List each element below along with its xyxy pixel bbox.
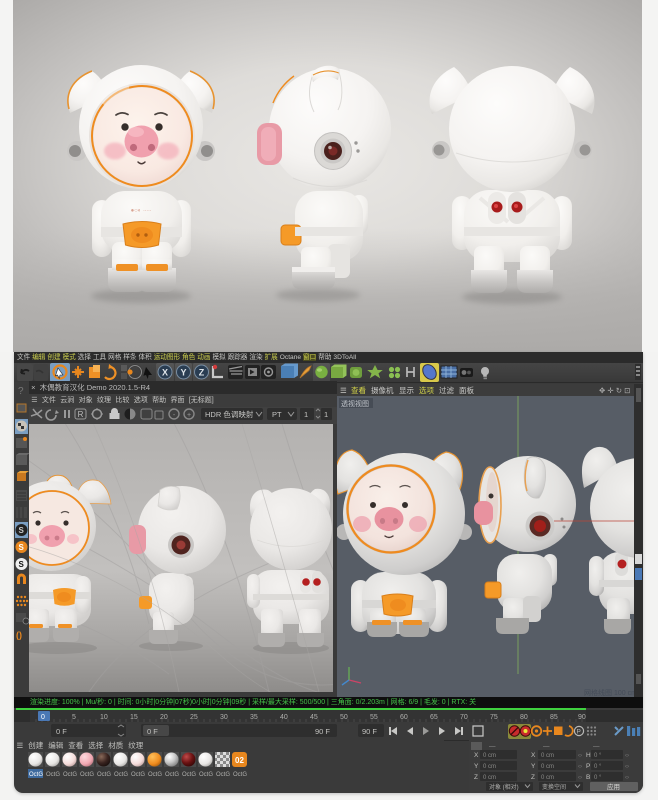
svg-text:0 cm: 0 cm <box>541 775 554 781</box>
svg-text:25: 25 <box>190 714 198 721</box>
svg-text:OctG: OctG <box>114 772 128 778</box>
svg-text:0 °: 0 ° <box>594 753 602 759</box>
svg-text:5: 5 <box>72 714 76 721</box>
svg-text:‹›: ‹› <box>625 764 629 770</box>
svg-text:OctG: OctG <box>63 772 77 778</box>
svg-text:面板: 面板 <box>459 385 474 395</box>
svg-text:20: 20 <box>160 714 168 721</box>
svg-text:+: + <box>187 412 191 419</box>
svg-text:0 cm: 0 cm <box>483 764 496 770</box>
svg-text:Y: Y <box>474 763 479 770</box>
svg-text:OctG: OctG <box>131 772 145 778</box>
svg-text:透视视图: 透视视图 <box>341 399 369 408</box>
svg-text:P: P <box>577 729 581 736</box>
svg-text:OctG: OctG <box>199 772 213 778</box>
svg-text:过滤: 过滤 <box>439 385 454 395</box>
svg-text:0 cm: 0 cm <box>483 753 496 759</box>
svg-text:R: R <box>78 410 84 419</box>
svg-text:(): () <box>16 630 22 640</box>
svg-text:显示: 显示 <box>399 386 414 395</box>
svg-text:摄像机: 摄像机 <box>371 385 394 395</box>
svg-text:55: 55 <box>370 714 378 721</box>
svg-text:✥ ✛ ↻ ⊡: ✥ ✛ ↻ ⊡ <box>599 386 630 395</box>
svg-text:—: — <box>489 743 496 750</box>
svg-text:02: 02 <box>235 756 244 765</box>
svg-text:0: 0 <box>41 714 45 721</box>
svg-text:50: 50 <box>340 714 348 721</box>
svg-text:30: 30 <box>220 714 228 721</box>
svg-text:85: 85 <box>550 714 558 721</box>
svg-text:65: 65 <box>430 714 438 721</box>
svg-text:Z: Z <box>531 774 535 781</box>
svg-text:75: 75 <box>490 714 498 721</box>
svg-text:‹›: ‹› <box>578 764 582 770</box>
svg-text:应用: 应用 <box>607 782 620 791</box>
svg-text:35: 35 <box>250 714 258 721</box>
svg-text:0 F: 0 F <box>56 727 67 736</box>
svg-text:40: 40 <box>280 714 288 721</box>
svg-text:OctG: OctG <box>97 772 111 778</box>
svg-text:OctG: OctG <box>148 772 162 778</box>
svg-text:70: 70 <box>460 714 468 721</box>
svg-text:OctG: OctG <box>216 772 230 778</box>
svg-text:P: P <box>586 763 590 770</box>
svg-text:0 cm: 0 cm <box>483 775 496 781</box>
svg-text:1: 1 <box>324 410 328 419</box>
svg-text:‹›: ‹› <box>625 753 629 759</box>
svg-text:●○◐ ∙∙∙∙∙: ●○◐ ∙∙∙∙∙ <box>131 208 152 214</box>
svg-text:90 F: 90 F <box>315 727 330 736</box>
svg-text:HDR 色调映射: HDR 色调映射 <box>205 409 254 419</box>
svg-text:X: X <box>474 752 479 759</box>
svg-text:1: 1 <box>304 410 308 419</box>
svg-text:15: 15 <box>130 714 138 721</box>
svg-text:0 °: 0 ° <box>594 775 602 781</box>
svg-text:80: 80 <box>520 714 528 721</box>
svg-text:选项: 选项 <box>419 385 434 395</box>
svg-text:S: S <box>19 543 25 552</box>
svg-text:Y: Y <box>180 368 186 378</box>
svg-text:S: S <box>19 560 25 569</box>
svg-text:OctG: OctG <box>80 772 94 778</box>
svg-text:90 F: 90 F <box>362 727 377 736</box>
svg-text:60: 60 <box>400 714 408 721</box>
svg-text:0 °: 0 ° <box>594 764 602 770</box>
svg-text:‹›: ‹› <box>578 753 582 759</box>
svg-text:10: 10 <box>100 714 108 721</box>
svg-text:OctG: OctG <box>46 772 60 778</box>
svg-text:H: H <box>586 752 591 759</box>
svg-text:Y: Y <box>531 763 536 770</box>
svg-text:0 F: 0 F <box>147 727 158 736</box>
svg-text:X: X <box>162 368 168 378</box>
svg-text:OctG: OctG <box>233 772 247 778</box>
svg-text:‹›: ‹› <box>578 775 582 781</box>
svg-text:0 cm: 0 cm <box>541 753 554 759</box>
svg-text:OctG: OctG <box>29 772 43 778</box>
svg-text:X: X <box>531 752 536 759</box>
svg-text:S: S <box>19 526 25 535</box>
svg-text:查看: 查看 <box>351 385 366 395</box>
svg-text:B: B <box>586 774 590 781</box>
svg-text:PT: PT <box>272 410 282 419</box>
svg-text:Z: Z <box>474 774 478 781</box>
svg-text:‹›: ‹› <box>625 775 629 781</box>
svg-text:Z: Z <box>199 368 205 378</box>
svg-text:OctG: OctG <box>165 772 179 778</box>
svg-text:对象 (相对): 对象 (相对) <box>489 783 519 791</box>
svg-text:—: — <box>593 743 600 750</box>
svg-text:变换空间: 变换空间 <box>542 783 566 791</box>
svg-text:☰: ☰ <box>340 386 347 395</box>
svg-text:—: — <box>543 743 550 750</box>
svg-text:0 cm: 0 cm <box>541 764 554 770</box>
svg-text:OctG: OctG <box>182 772 196 778</box>
svg-text:网格线图 100 cm: 网格线图 100 cm <box>584 688 634 697</box>
svg-text:45: 45 <box>310 714 318 721</box>
svg-text:-: - <box>173 412 176 419</box>
svg-text:?: ? <box>18 386 24 397</box>
